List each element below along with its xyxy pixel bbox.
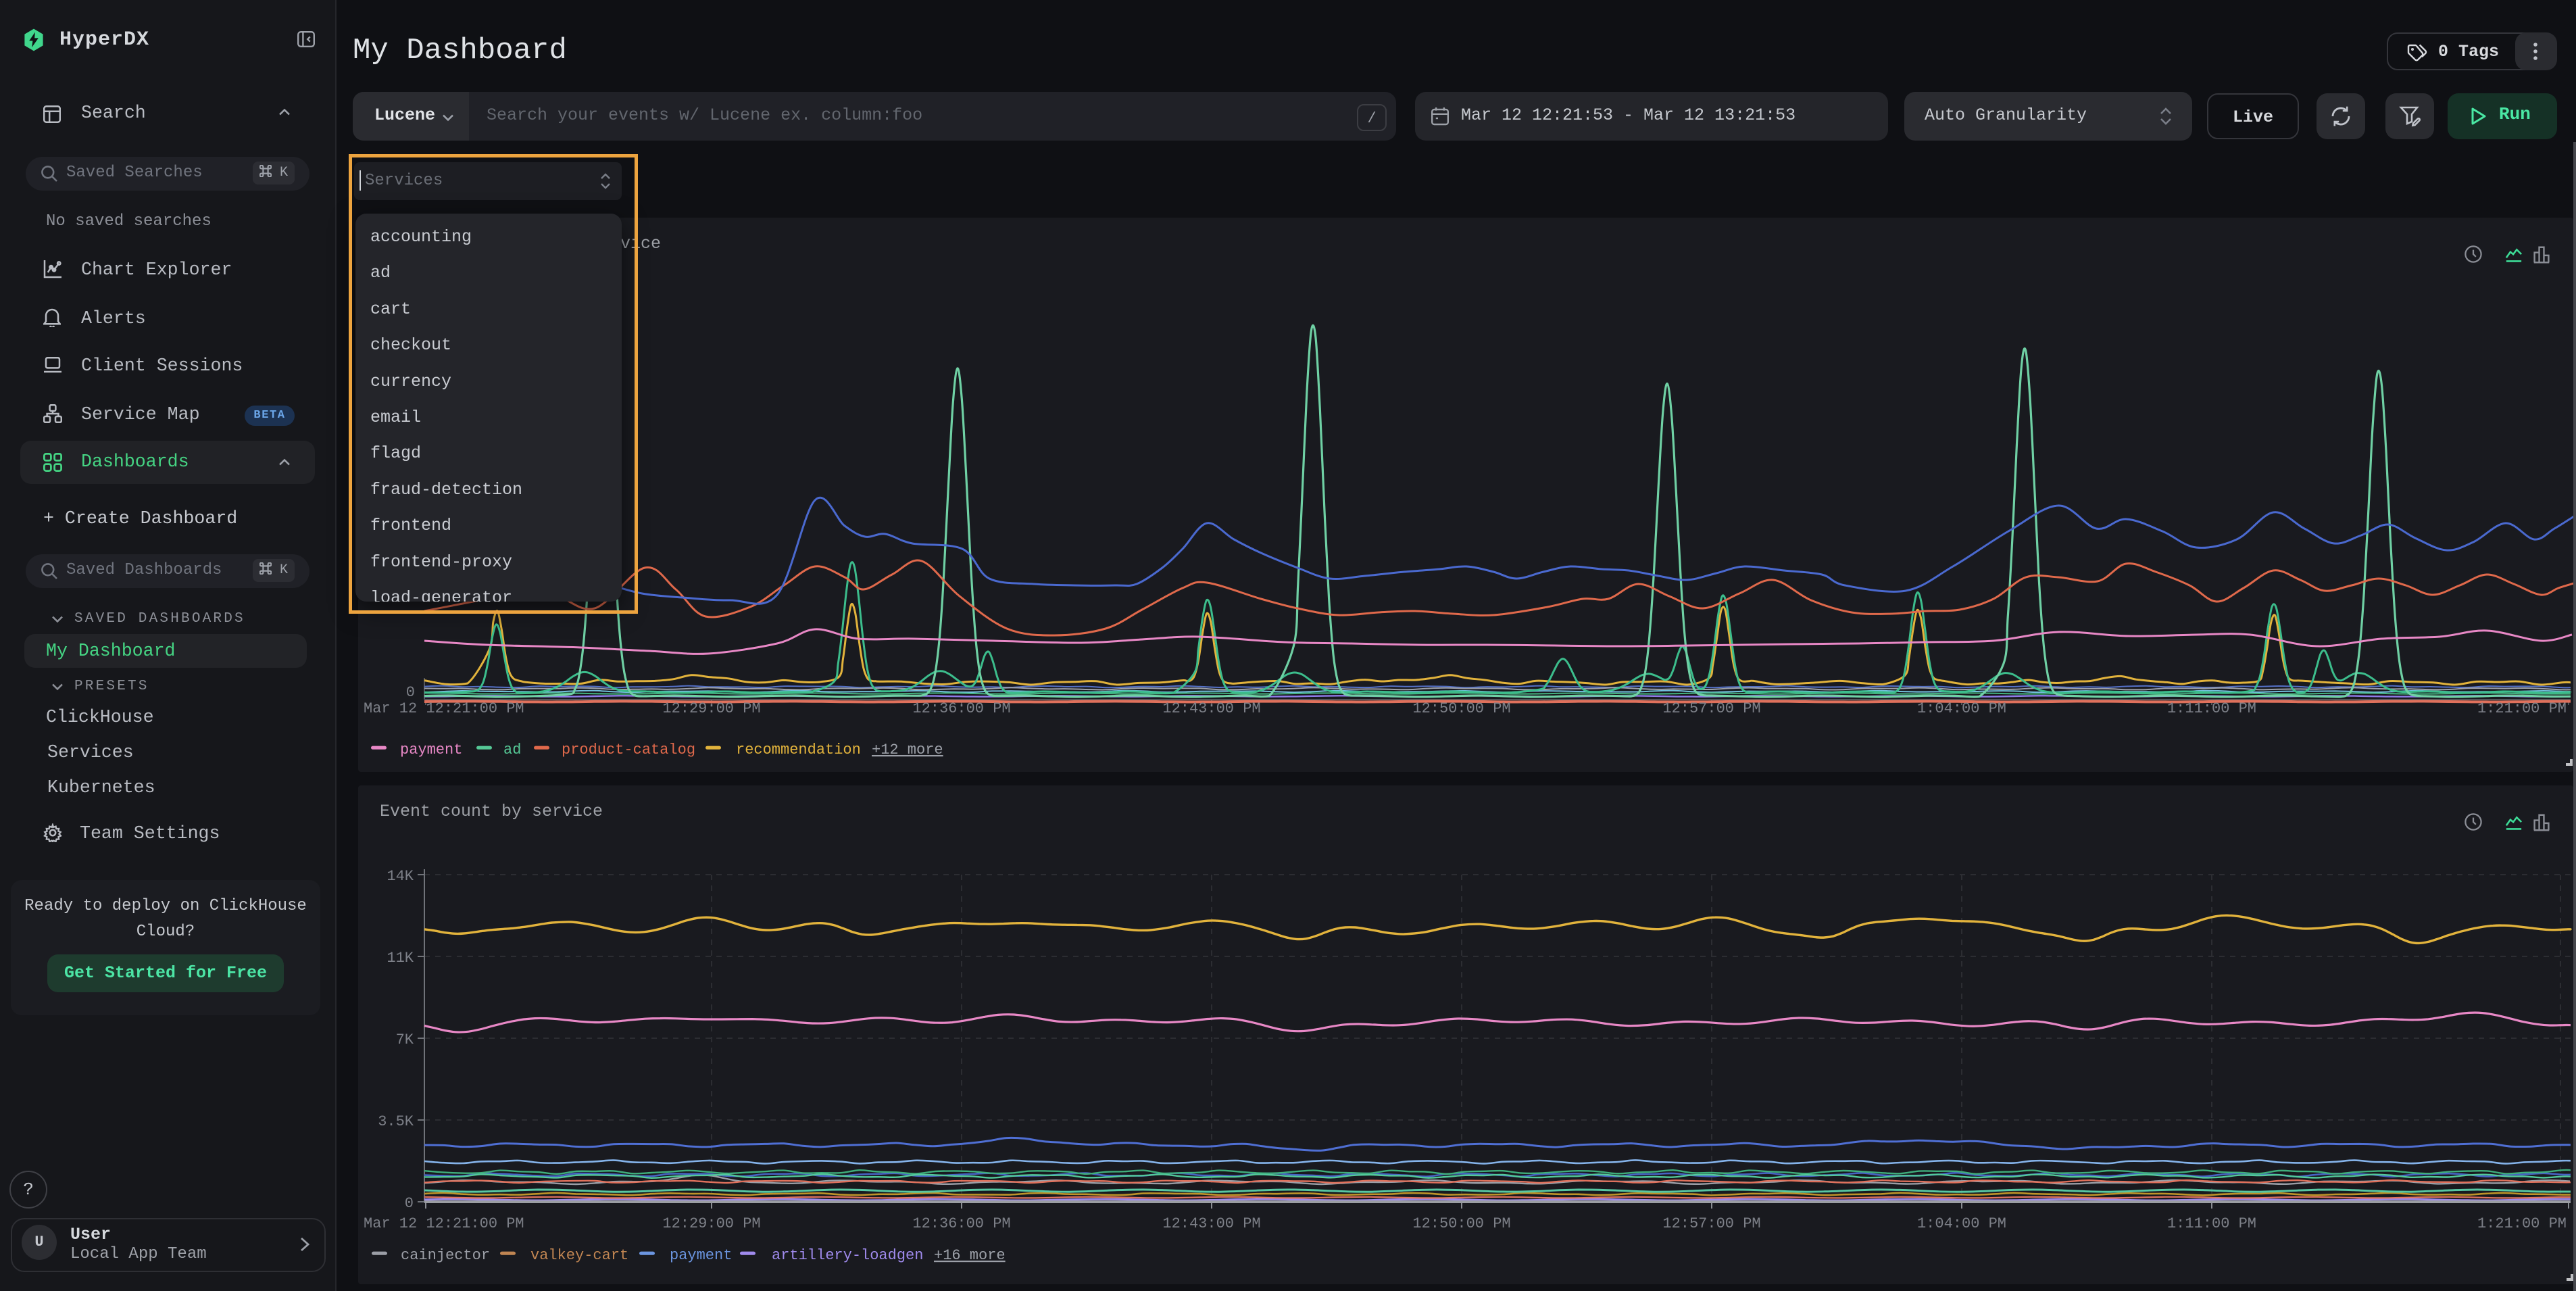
svg-text:12:29:00 PM: 12:29:00 PM — [662, 700, 760, 717]
svg-text:12:50:00 PM: 12:50:00 PM — [1412, 1215, 1510, 1232]
svg-text:Mar 12 12:21:00 PM: Mar 12 12:21:00 PM — [364, 1215, 524, 1232]
svg-text:0: 0 — [405, 1195, 414, 1212]
svg-text:7K: 7K — [396, 1031, 414, 1048]
svg-text:artillery-loadgen: artillery-loadgen — [772, 1247, 923, 1264]
svg-text:payment: payment — [670, 1247, 732, 1264]
svg-text:12:57:00 PM: 12:57:00 PM — [1662, 700, 1760, 717]
svg-text:1:04:00 PM: 1:04:00 PM — [1917, 700, 2006, 717]
svg-text:valkey-cart: valkey-cart — [530, 1247, 628, 1264]
svg-text:12:36:00 PM: 12:36:00 PM — [912, 1215, 1010, 1232]
svg-text:product-catalog: product-catalog — [562, 741, 695, 758]
svg-text:1:11:00 PM: 1:11:00 PM — [2167, 700, 2256, 717]
svg-text:12:57:00 PM: 12:57:00 PM — [1662, 1215, 1760, 1232]
svg-text:+12 more: +12 more — [872, 741, 943, 758]
svg-text:1:11:00 PM: 1:11:00 PM — [2167, 1215, 2256, 1232]
svg-text:12:50:00 PM: 12:50:00 PM — [1412, 700, 1510, 717]
svg-text:12:43:00 PM: 12:43:00 PM — [1162, 1215, 1260, 1232]
svg-text:3.5K: 3.5K — [378, 1113, 414, 1130]
svg-text:12:36:00 PM: 12:36:00 PM — [912, 700, 1010, 717]
svg-text:payment: payment — [400, 741, 462, 758]
svg-text:recommendation: recommendation — [736, 741, 861, 758]
svg-text:12:43:00 PM: 12:43:00 PM — [1162, 700, 1260, 717]
svg-text:Mar 12 12:21:00 PM: Mar 12 12:21:00 PM — [364, 700, 524, 717]
svg-text:1:04:00 PM: 1:04:00 PM — [1917, 1215, 2006, 1232]
svg-text:+16 more: +16 more — [934, 1247, 1006, 1264]
svg-text:11K: 11K — [387, 950, 414, 967]
svg-text:ad: ad — [503, 741, 521, 758]
svg-text:cainjector: cainjector — [401, 1247, 490, 1264]
svg-text:1:21:00 PM: 1:21:00 PM — [2477, 1215, 2567, 1232]
svg-text:14K: 14K — [387, 868, 414, 885]
svg-text:12:29:00 PM: 12:29:00 PM — [662, 1215, 760, 1232]
svg-text:0: 0 — [406, 684, 415, 701]
svg-text:1:21:00 PM: 1:21:00 PM — [2477, 700, 2567, 717]
